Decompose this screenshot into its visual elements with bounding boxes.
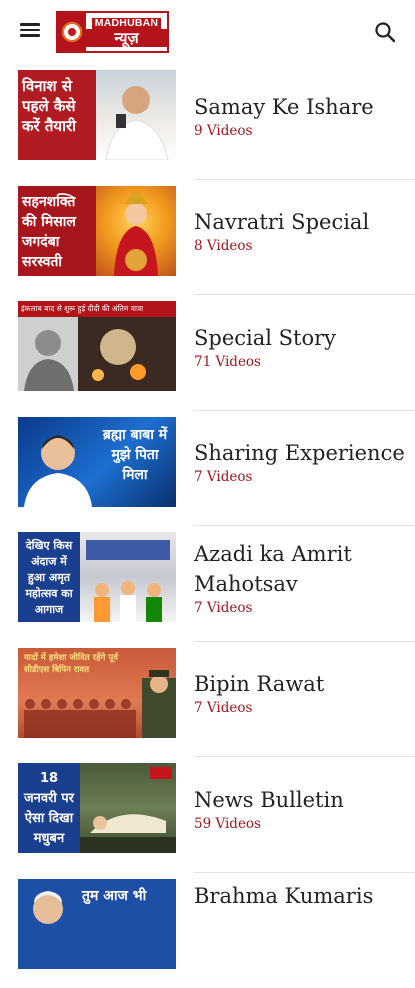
video-count: 9 Videos [194,123,409,139]
madhuban-news-logo[interactable]: MADHUBAN न्यूज़ [56,11,169,53]
playlist-title: Bipin Rawat [194,669,409,699]
playlist-thumbnail: तुम आज भी [18,879,176,969]
playlist-thumbnail: इंकलाब बाद से शुरू हुई दीदी की अंतिम यात… [18,301,176,391]
playlist-thumbnail: सहनशक्ति की मिसाल जगदंबा सरस्वती [18,186,176,276]
video-count: 7 Videos [194,700,409,716]
thumbnail-caption: तुम आज भी [82,887,172,905]
playlist-title: Special Story [194,323,409,353]
logo-text-madhuban: MADHUBAN [92,18,161,29]
thumbnail-caption: ब्रह्मा बाबा में मुझे पिता मिला [98,425,172,485]
playlist-thumbnail: 18 जनवरी पर ऐसा दिखा मधुबन [18,763,176,853]
video-count: 7 Videos [194,600,409,616]
app-bar: MADHUBAN न्यूज़ [0,0,415,64]
playlist-title: News Bulletin [194,785,409,815]
video-count: 7 Videos [194,469,409,485]
playlist-title: Sharing Experience [194,438,409,468]
thumbnail-caption: 18 जनवरी पर ऐसा दिखा मधुबन [18,763,80,853]
playlist-item[interactable]: इंकलाब बाद से शुरू हुई दीदी की अंतिम यात… [0,295,415,411]
thumbnail-caption: इंकलाब बाद से शुरू हुई दीदी की अंतिम यात… [18,301,176,317]
playlist-item[interactable]: विनाश से पहले कैसे करें तैयारी Samay Ke … [0,64,415,180]
search-icon[interactable] [373,20,397,44]
logo-text-news: न्यूज़ [86,29,167,47]
playlist-title: Samay Ke Ishare [194,92,409,122]
playlist-title: Navratri Special [194,207,409,237]
video-count: 71 Videos [194,354,409,370]
playlist-item[interactable]: ब्रह्मा बाबा में मुझे पिता मिला Sharing … [0,411,415,527]
playlist-thumbnail: ब्रह्मा बाबा में मुझे पिता मिला [18,417,176,507]
hamburger-menu-icon[interactable] [18,20,42,44]
thumbnail-caption: विनाश से पहले कैसे करें तैयारी [18,70,96,160]
playlist-list: विनाश से पहले कैसे करें तैयारी Samay Ke … [0,64,415,988]
thumbnail-caption: देखिए किस अंदाज में हुआ अमृत महोत्सव का … [18,532,80,622]
playlist-title: Azadi ka Amrit Mahotsav [194,539,409,599]
playlist-item[interactable]: तुम आज भी Brahma Kumaris [0,873,415,988]
video-count: 8 Videos [194,238,409,254]
playlist-item[interactable]: सहनशक्ति की मिसाल जगदंबा सरस्वती Navratr… [0,180,415,296]
video-count: 59 Videos [194,816,409,832]
playlist-thumbnail: विनाश से पहले कैसे करें तैयारी [18,70,176,160]
playlist-item[interactable]: 18 जनवरी पर ऐसा दिखा मधुबन News Bulletin… [0,757,415,873]
playlist-thumbnail: देखिए किस अंदाज में हुआ अमृत महोत्सव का … [18,532,176,622]
playlist-item[interactable]: यादों में हमेशा जीवित रहेंगे पूर्व सीडीए… [0,642,415,758]
logo-emblem [58,13,86,51]
playlist-item[interactable]: देखिए किस अंदाज में हुआ अमृत महोत्सव का … [0,526,415,642]
thumbnail-caption: सहनशक्ति की मिसाल जगदंबा सरस्वती [18,186,96,276]
playlist-thumbnail: यादों में हमेशा जीवित रहेंगे पूर्व सीडीए… [18,648,176,738]
playlist-title: Brahma Kumaris [194,881,409,911]
